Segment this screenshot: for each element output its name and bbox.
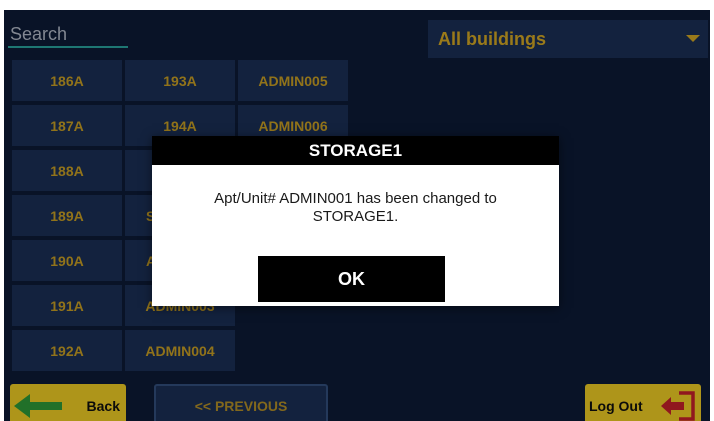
dialog-message: Apt/Unit# ADMIN001 has been changed to S… bbox=[214, 190, 497, 225]
confirmation-dialog: STORAGE1 Apt/Unit# ADMIN001 has been cha… bbox=[152, 136, 559, 306]
dialog-title-bar: STORAGE1 bbox=[152, 136, 559, 165]
ok-label: OK bbox=[338, 268, 365, 289]
ok-button[interactable]: OK bbox=[258, 256, 445, 302]
dialog-title: STORAGE1 bbox=[308, 140, 403, 160]
unit-picker-screen: All buildings 186A 187A 188A 189A 190A 1… bbox=[4, 10, 710, 421]
